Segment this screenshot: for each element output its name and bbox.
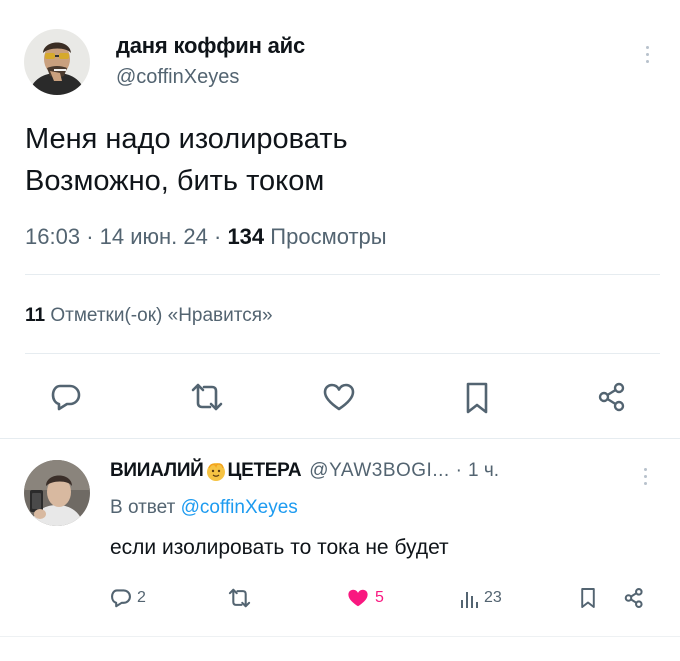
- author-avatar[interactable]: [24, 29, 90, 95]
- retweet-icon: [228, 588, 251, 608]
- reply-author-handle[interactable]: @YAW3BOGI...: [309, 460, 449, 482]
- share-button[interactable]: [596, 381, 628, 413]
- reply-author-name-part2[interactable]: ЦЕТЕРА: [228, 460, 302, 482]
- tweet-text-line-1: Меня надо изолировать: [25, 123, 348, 155]
- tweet-time[interactable]: 16:03: [25, 224, 80, 249]
- reply-button[interactable]: [50, 381, 82, 413]
- bookmark-icon: [581, 588, 595, 608]
- share-icon: [624, 588, 643, 608]
- main-tweet: даня коффин айс @coffinXeyes Меня надо и…: [0, 0, 680, 440]
- bookmark-icon: [466, 382, 488, 414]
- divider: [25, 274, 660, 275]
- reply-like-button[interactable]: 5: [346, 587, 384, 609]
- tweet-date[interactable]: 14 июн. 24: [100, 224, 208, 249]
- reply-retweet-button[interactable]: [227, 587, 252, 609]
- reply-separator: ·: [455, 460, 462, 481]
- divider: [0, 636, 680, 637]
- reply-like-count: 5: [375, 589, 384, 606]
- meta-separator: ·: [213, 224, 222, 249]
- divider: [25, 353, 660, 354]
- share-icon: [598, 382, 625, 412]
- likes-summary[interactable]: 11 Отметки(-ок) «Нравится»: [25, 305, 273, 327]
- emoji-icon: [206, 463, 225, 481]
- views-icon: [461, 592, 478, 608]
- reply-icon: [51, 384, 81, 411]
- author-handle[interactable]: @coffinXeyes: [116, 66, 239, 89]
- reply-bookmark-button[interactable]: [579, 586, 597, 610]
- tweet-text: Меня надо изолировать Возможно, бить ток…: [25, 118, 348, 202]
- likes-count: 11: [25, 305, 46, 326]
- reply-views-button[interactable]: 23: [459, 587, 502, 609]
- replying-to-handle[interactable]: @coffinXeyes: [181, 497, 298, 518]
- views-label: Просмотры: [270, 224, 387, 249]
- reply-reply-button[interactable]: 2: [110, 587, 146, 609]
- reply-header: ВИИАЛИЙ ЦЕТЕРА @YAW3BOGI... · 1 ч.: [110, 460, 499, 482]
- reply-share-button[interactable]: [623, 587, 645, 609]
- like-button[interactable]: [322, 381, 356, 413]
- tweet-meta: 16:03 · 14 июн. 24 · 134 Просмотры: [25, 224, 387, 250]
- reply-more-options-icon[interactable]: [640, 468, 650, 490]
- bookmark-button[interactable]: [463, 381, 491, 415]
- thread-divider: [0, 438, 680, 439]
- replying-to-prefix: В ответ: [110, 497, 176, 518]
- like-icon: [323, 383, 355, 411]
- reply-views-count: 23: [484, 589, 502, 606]
- reply-text: если изолировать то тока не будет: [110, 536, 449, 559]
- tweet-text-line-2: Возможно, бить током: [25, 165, 325, 197]
- meta-separator: ·: [86, 224, 94, 249]
- reply-time[interactable]: 1 ч.: [468, 460, 499, 482]
- more-options-icon[interactable]: [642, 46, 652, 68]
- retweet-button[interactable]: [189, 381, 225, 413]
- author-name[interactable]: даня коффин айс: [116, 33, 305, 59]
- retweet-icon: [191, 383, 223, 411]
- reply-count: 2: [137, 589, 146, 606]
- reply-author-name-part1[interactable]: ВИИАЛИЙ: [110, 460, 204, 482]
- like-icon-filled: [348, 589, 368, 607]
- reply-author-avatar[interactable]: [24, 460, 90, 526]
- reply-icon: [111, 589, 131, 608]
- likes-label: Отметки(-ок) «Нравится»: [50, 305, 273, 326]
- replying-to: В ответ @coffinXeyes: [110, 497, 298, 519]
- reply-tweet[interactable]: ВИИАЛИЙ ЦЕТЕРА @YAW3BOGI... · 1 ч. В отв…: [0, 440, 680, 661]
- views-count: 134: [227, 224, 265, 249]
